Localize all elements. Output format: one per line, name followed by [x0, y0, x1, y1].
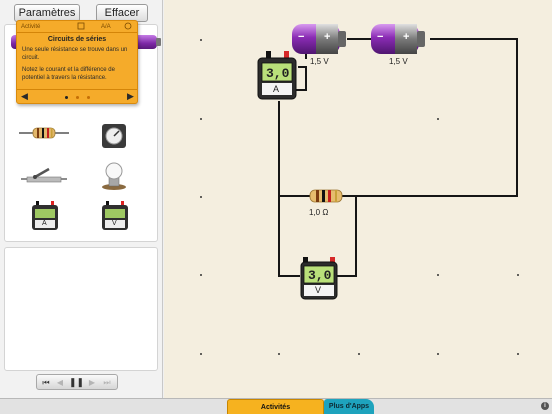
- grid-dot: [200, 274, 202, 276]
- pause-icon[interactable]: ❚❚: [69, 377, 84, 388]
- activity-help-popup: Activité A/A Circuits de séries Une seul…: [16, 20, 138, 104]
- switch-icon: [21, 167, 67, 183]
- battery-minus-sign: −: [377, 31, 384, 43]
- battery-plus-sign: +: [403, 31, 410, 43]
- resistor-icon: [19, 127, 69, 139]
- help-prev-icon[interactable]: ◀: [21, 92, 28, 101]
- wire[interactable]: [278, 101, 280, 277]
- help-text-2: Notez le courant et la différence de pot…: [22, 67, 115, 81]
- tab-more-apps[interactable]: Plus d'Apps: [324, 399, 374, 414]
- palette-ammeter-unit: A: [42, 220, 47, 227]
- palette-ammeter[interactable]: A: [31, 201, 59, 236]
- wire[interactable]: [305, 66, 307, 91]
- grid-dot: [517, 274, 519, 276]
- bulb-icon: [102, 162, 126, 190]
- resistor-value: 1,0 Ω: [309, 208, 329, 217]
- help-print-icon[interactable]: [77, 22, 85, 32]
- battery-2[interactable]: − +: [369, 22, 427, 56]
- grid-dot: [437, 353, 439, 355]
- voltmeter-reading: 3,0: [308, 268, 332, 283]
- ammeter-reading: 3,0: [266, 66, 290, 81]
- help-text-1: Une seule résistance se trouve dans un c…: [22, 47, 128, 61]
- voltmeter-unit: V: [315, 285, 322, 295]
- rewind-icon[interactable]: ⏮: [39, 377, 53, 388]
- wire[interactable]: [516, 38, 518, 196]
- help-page-dot[interactable]: [87, 96, 90, 99]
- palette-voltmeter[interactable]: V: [101, 201, 129, 236]
- battery-plus-sign: +: [324, 31, 331, 43]
- palette-switch[interactable]: [21, 165, 67, 190]
- help-title: Circuits de séries: [47, 36, 107, 43]
- grid-dot: [517, 353, 519, 355]
- ammeter[interactable]: 3,0 A: [257, 50, 297, 100]
- grid-dot: [200, 118, 202, 120]
- grid-dot: [358, 353, 360, 355]
- help-next-icon[interactable]: ▶: [127, 92, 134, 101]
- fast-forward-icon[interactable]: ⏭: [100, 377, 114, 388]
- ammeter-unit: A: [273, 84, 280, 94]
- wire[interactable]: [278, 195, 298, 197]
- grid-dot: [278, 353, 280, 355]
- circuit-canvas[interactable]: − + 1,5 V − + 1,5 V 3,0 A 1,0 Ω 3,0 V: [164, 0, 552, 398]
- step-forward-icon[interactable]: ▶: [85, 377, 99, 388]
- voltmeter[interactable]: 3,0 V: [300, 256, 338, 300]
- wire[interactable]: [278, 275, 300, 277]
- wire[interactable]: [355, 195, 357, 277]
- step-back-icon[interactable]: ◀: [53, 377, 67, 388]
- battery-minus-sign: −: [298, 31, 305, 43]
- wire[interactable]: [357, 195, 518, 197]
- grid-dot: [200, 39, 202, 41]
- gauge-icon: [102, 124, 126, 148]
- battery-2-voltage: 1,5 V: [389, 57, 408, 66]
- help-page-dot[interactable]: [65, 96, 68, 99]
- help-page-dot[interactable]: [76, 96, 79, 99]
- help-tab-activity[interactable]: Activité: [21, 22, 40, 32]
- grid-dot: [437, 118, 439, 120]
- help-tab-text-size[interactable]: A/A: [101, 22, 111, 32]
- battery-1-voltage: 1,5 V: [310, 57, 329, 66]
- info-icon[interactable]: i: [541, 402, 549, 410]
- resistor[interactable]: [298, 188, 356, 204]
- tab-activities[interactable]: Activités: [227, 399, 324, 414]
- palette-variable-resistor[interactable]: [101, 123, 127, 154]
- palette-voltmeter-unit: V: [112, 220, 117, 227]
- wire[interactable]: [430, 38, 518, 40]
- measurements-panel: [4, 247, 158, 371]
- grid-dot: [200, 353, 202, 355]
- help-close-icon[interactable]: [124, 22, 132, 32]
- battery-1[interactable]: − +: [290, 22, 348, 56]
- palette-resistor[interactable]: [19, 125, 69, 146]
- wire[interactable]: [336, 275, 357, 277]
- bottom-tab-bar: Activités Plus d'Apps: [0, 398, 552, 414]
- playback-controls: ⏮ ◀ ❚❚ ▶ ⏭: [36, 374, 118, 390]
- component-panel: Paramètres Effacer A V Activité A/A Circ…: [0, 0, 163, 414]
- help-tab-strip: Activité A/A: [17, 21, 137, 33]
- help-navigation: ◀ ▶: [17, 89, 137, 103]
- palette-bulb[interactable]: [101, 161, 127, 196]
- grid-dot: [200, 196, 202, 198]
- grid-dot: [437, 274, 439, 276]
